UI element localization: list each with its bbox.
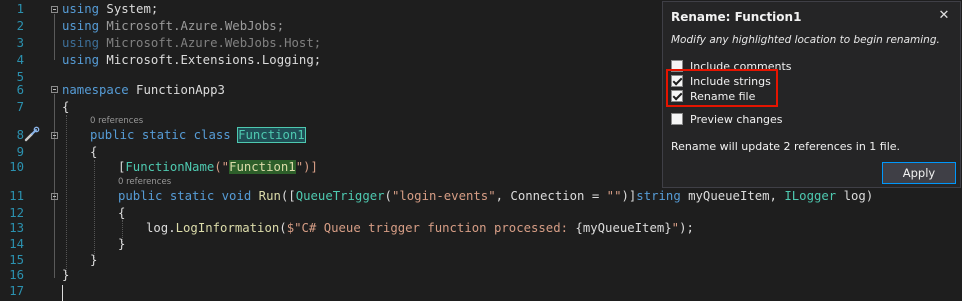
rename-target-string[interactable]: Function1 [229, 160, 296, 174]
collapse-namespace-icon[interactable] [51, 86, 58, 93]
line-number: 7 [16, 100, 24, 114]
collapse-method-icon[interactable] [51, 193, 58, 200]
code-line: namespace FunctionApp3 [62, 83, 225, 97]
preview-changes-label: Preview changes [690, 112, 783, 126]
fold-line [54, 94, 55, 278]
code-line: using Microsoft.Azure.WebJobs.Host; [62, 36, 322, 50]
code-line: log.LogInformation($"C# Queue trigger fu… [146, 221, 694, 235]
code-line: } [118, 237, 126, 251]
preview-changes-checkbox[interactable] [671, 113, 683, 125]
code-line: [FunctionName("Function1")] [118, 160, 318, 174]
line-number: 2 [16, 19, 24, 33]
highlight-annotation-box [666, 69, 778, 107]
code-line: using System; [62, 2, 159, 16]
line-number: 13 [9, 221, 24, 235]
code-line: } [90, 253, 98, 267]
references-codelens[interactable]: 0 references [118, 176, 171, 188]
line-number: 14 [9, 237, 24, 251]
code-line: using Microsoft.Azure.WebJobs; [62, 19, 285, 33]
code-line: public static void Run([QueueTrigger("lo… [118, 189, 874, 203]
rename-panel-hint: Modify any highlighted location to begin… [671, 34, 940, 46]
line-number-gutter: 1 2 3 4 5 6 7 8 9 10 11 12 13 14 15 16 1… [0, 0, 50, 300]
code-line: } [62, 268, 70, 282]
line-number: 3 [16, 36, 24, 50]
code-line: { [90, 145, 98, 159]
fold-line [54, 14, 55, 60]
text-caret [62, 285, 63, 301]
code-line: using Microsoft.Extensions.Logging; [62, 53, 322, 67]
line-number: 11 [9, 189, 24, 203]
rename-summary: Rename will update 2 references in 1 fil… [671, 140, 901, 153]
indent-guide [66, 115, 67, 273]
close-icon[interactable]: ✕ [936, 8, 952, 24]
line-number: 4 [16, 53, 24, 67]
apply-button[interactable]: Apply [882, 162, 956, 184]
line-number: 10 [9, 160, 24, 174]
line-number: 17 [9, 284, 24, 298]
code-line: public static class Function1 [90, 127, 306, 143]
collapse-class-icon[interactable] [51, 132, 58, 139]
rename-target-class-name[interactable]: Function1 [237, 127, 306, 143]
line-number: 16 [9, 268, 24, 282]
code-line: { [62, 100, 70, 114]
quick-actions-icon[interactable] [24, 126, 40, 142]
code-line: { [118, 206, 126, 220]
indent-guide [94, 160, 95, 258]
line-number: 1 [16, 2, 24, 16]
rename-panel-title: Rename: Function1 [671, 10, 802, 24]
references-codelens[interactable]: 0 references [90, 115, 143, 127]
line-number: 6 [16, 83, 24, 97]
collapse-usings-icon[interactable] [51, 6, 58, 13]
line-number: 8 [16, 128, 24, 142]
preview-changes-option[interactable]: Preview changes [671, 111, 783, 127]
